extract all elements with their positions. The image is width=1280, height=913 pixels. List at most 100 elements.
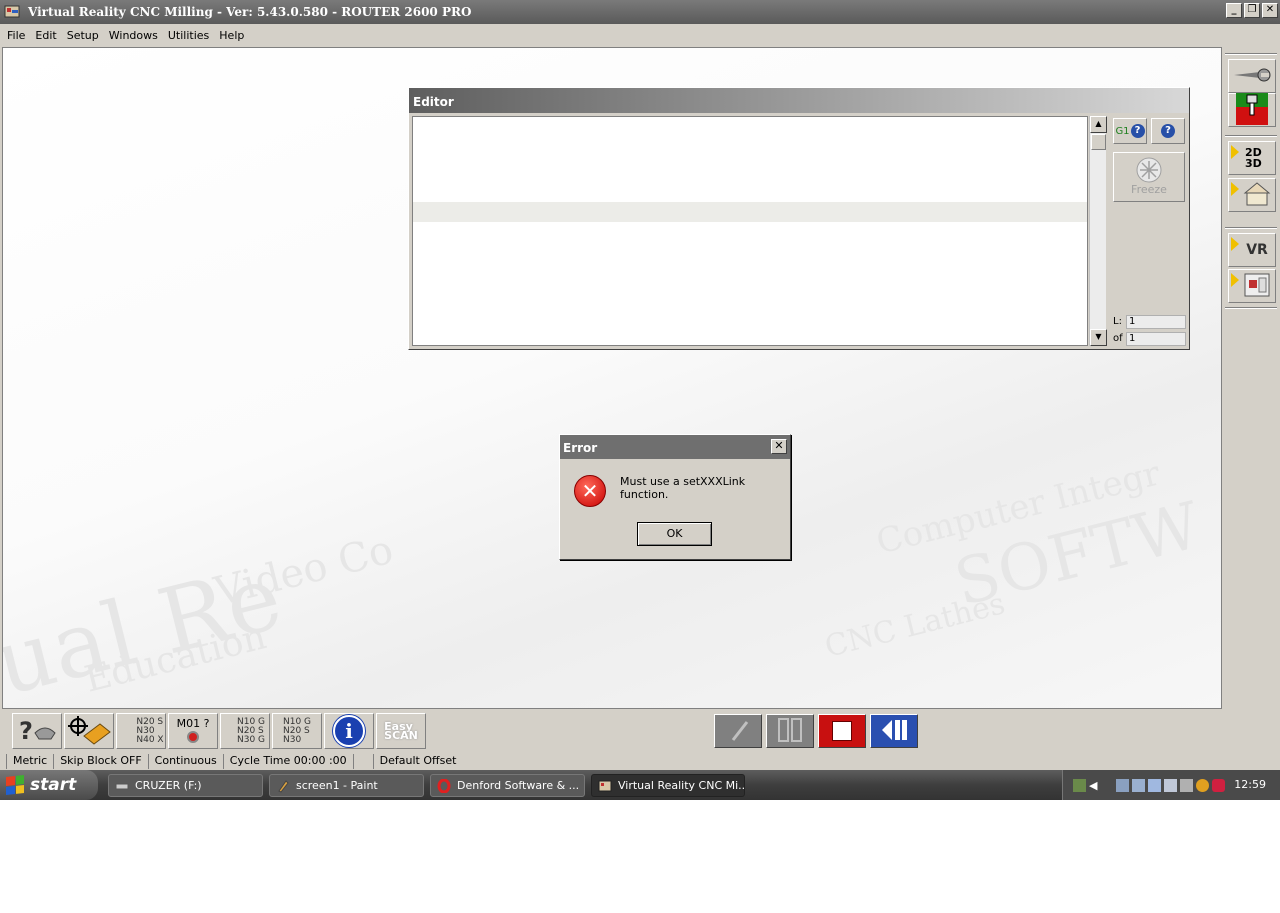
view-2d3d-button[interactable]: 2D 3D (1228, 141, 1276, 175)
red-led-icon (187, 731, 199, 743)
toolbar-separator (1225, 53, 1277, 55)
info-icon: i (333, 715, 365, 747)
task-label: screen1 - Paint (296, 779, 378, 792)
expand-arrow-icon (1231, 237, 1239, 251)
menu-help[interactable]: Help (214, 29, 249, 42)
opera-icon (437, 778, 451, 793)
task-cruzer[interactable]: CRUZER (F:) (108, 774, 263, 797)
editor-tools: G1 ? ? Freeze L: 1 of 1 (1113, 118, 1186, 346)
desktop-screen: Virtual Reality CNC Milling - Ver: 5.43.… (0, 0, 1280, 800)
cycle-start-tool-button[interactable]: N20 S N30 N40 X (116, 713, 166, 749)
editor-scrollbar[interactable]: ▲ ▼ (1089, 116, 1107, 346)
reset-button[interactable] (870, 714, 918, 748)
shield-icon[interactable] (1212, 778, 1225, 792)
window-controls: _ ❐ ✕ (1226, 3, 1278, 18)
task-vr-cnc[interactable]: Virtual Reality CNC Mi... (591, 774, 745, 797)
usb-tray-icon[interactable] (1116, 778, 1129, 792)
volume-icon[interactable]: ◀ (1089, 779, 1102, 792)
help-pointer-icon: ? (15, 715, 59, 748)
single-block-tool-button[interactable]: N10 G N20 S N30 G (220, 713, 270, 749)
menu-windows[interactable]: Windows (104, 29, 163, 42)
help-tool-button[interactable]: ? (12, 713, 62, 749)
status-units: Metric (6, 753, 53, 769)
window-titlebar[interactable]: Virtual Reality CNC Milling - Ver: 5.43.… (0, 0, 1280, 24)
minimize-button[interactable]: _ (1226, 3, 1242, 18)
current-line-highlight (413, 202, 1087, 222)
datum-tool-button[interactable] (64, 713, 114, 749)
dialog-close-button[interactable]: ✕ (771, 439, 787, 454)
display-tray-icon[interactable] (1148, 778, 1161, 792)
expand-arrow-icon (1231, 182, 1239, 196)
security-tray-icon[interactable] (1196, 778, 1209, 792)
freeze-button[interactable]: Freeze (1113, 152, 1185, 202)
g1-label: G1 (1115, 125, 1130, 137)
dialog-titlebar[interactable]: Error ✕ (560, 435, 790, 459)
status-offset: Default Offset (372, 753, 463, 769)
stop-button[interactable] (818, 714, 866, 748)
datum-icon (66, 714, 112, 748)
task-label: CRUZER (F:) (135, 779, 202, 792)
easy-scan-tool-button[interactable]: Easy SCAN (376, 713, 426, 749)
task-paint[interactable]: screen1 - Paint (269, 774, 424, 797)
scroll-thumb[interactable] (1091, 134, 1106, 150)
monitor-tray-icon[interactable] (1164, 778, 1177, 792)
vr-view-icon: VR (1246, 242, 1268, 258)
wrench-icon (1232, 64, 1272, 89)
menu-utilities[interactable]: Utilities (163, 29, 214, 42)
drive-icon (115, 779, 129, 793)
watermark-text: Video Co (210, 526, 398, 616)
line-indicator: L: 1 (1113, 314, 1186, 329)
easy-scan-label: Easy SCAN (384, 720, 418, 742)
info-tool-button[interactable]: i (324, 713, 374, 749)
app-tray-icon[interactable] (1180, 778, 1193, 792)
wrench-button[interactable] (1228, 59, 1276, 93)
2d-3d-view-icon: 2D 3D (1245, 146, 1262, 170)
machine-button[interactable] (1228, 269, 1276, 303)
task-denford[interactable]: Denford Software & ... (430, 774, 585, 797)
paint-icon (276, 779, 290, 793)
cycle-start-button[interactable] (714, 714, 762, 748)
pause-button[interactable] (766, 714, 814, 748)
error-icon: ✕ (574, 475, 606, 507)
post-button[interactable] (1228, 178, 1276, 212)
menu-edit[interactable]: Edit (30, 29, 61, 42)
close-button[interactable]: ✕ (1262, 3, 1278, 18)
vr-button[interactable]: VR (1228, 233, 1276, 267)
start-button[interactable]: start (0, 770, 98, 800)
right-toolbar: 2D 3D VR (1223, 47, 1280, 310)
start-icon (723, 716, 753, 747)
g1-help-button[interactable]: G1 ? (1113, 118, 1147, 144)
system-tray: ◀ 12:59 (1062, 770, 1280, 800)
help-icon: ? (1161, 124, 1175, 138)
menu-setup[interactable]: Setup (62, 29, 104, 42)
clock: 12:59 (1234, 778, 1266, 791)
scroll-down-button[interactable]: ▼ (1090, 329, 1107, 346)
scroll-up-button[interactable]: ▲ (1090, 116, 1107, 133)
start-label: start (30, 775, 77, 795)
help-button[interactable]: ? (1151, 118, 1185, 144)
pause-icon (775, 717, 805, 746)
nc-lines-text: N10 G N20 S N30 G (236, 716, 266, 745)
editor-text-area[interactable] (412, 116, 1088, 346)
dialog-title: Error (563, 441, 598, 455)
network-tray-icon[interactable] (1073, 778, 1086, 792)
m01-label: M01 ? (176, 717, 210, 730)
toolbar-separator (1225, 135, 1277, 137)
bottom-toolbar: ? N20 S N30 N40 X M01 ? N10 G N20 S N30 … (0, 710, 1280, 752)
toolbar-separator (1225, 227, 1277, 229)
ok-button[interactable]: OK (637, 522, 712, 546)
status-skip-block: Skip Block OFF (53, 753, 147, 769)
editor-title: Editor (409, 88, 1189, 113)
menu-file[interactable]: File (2, 29, 30, 42)
tool-holder-button[interactable] (1228, 92, 1276, 128)
nc-lines-text: N10 G N20 S N30 (282, 716, 312, 745)
tool-holder-icon (1236, 92, 1268, 128)
expand-arrow-icon (1231, 145, 1239, 159)
restore-button[interactable]: ❐ (1244, 3, 1260, 18)
taskbar: start CRUZER (F:) screen1 - Paint Denfor… (0, 770, 1280, 800)
nc-lines-text: N20 S N30 N40 X (136, 716, 164, 745)
svg-text:?: ? (19, 717, 33, 745)
m01-tool-button[interactable]: M01 ? (168, 713, 218, 749)
connection-tray-icon[interactable] (1132, 778, 1145, 792)
block-search-tool-button[interactable]: N10 G N20 S N30 (272, 713, 322, 749)
